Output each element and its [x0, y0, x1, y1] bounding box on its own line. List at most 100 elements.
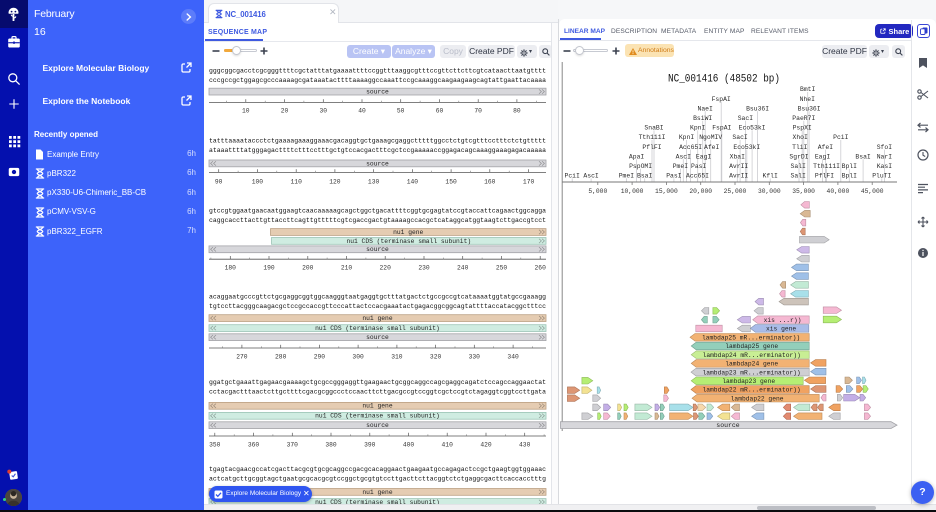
svg-text:330: 330	[469, 354, 481, 361]
svg-text:nu1 gene: nu1 gene	[362, 403, 392, 410]
svg-text:190: 190	[263, 265, 275, 272]
svg-text:PflFI: PflFI	[815, 173, 834, 180]
svg-text:290: 290	[314, 354, 326, 361]
svg-text:KpnI: KpnI	[690, 125, 706, 132]
svg-text:nu1 CDS (terminase small subun: nu1 CDS (terminase small subunit)	[315, 413, 440, 420]
svg-text:45,000: 45,000	[861, 188, 884, 195]
svg-text:10,000: 10,000	[621, 188, 644, 195]
svg-text:BmtI: BmtI	[800, 86, 816, 93]
svg-text:AscI: AscI	[676, 153, 692, 160]
svg-text:SfoI: SfoI	[877, 144, 893, 151]
svg-text:acaggaatgcccgttctgcgaggcggtggc: acaggaatgcccgttctgcgaggcggtggcaagggtaatg…	[209, 293, 546, 300]
svg-text:KflI: KflI	[763, 173, 779, 180]
svg-text:lambdap25 mR...erminator)): lambdap25 mR...erminator))	[702, 335, 800, 342]
svg-text:nu1 gene: nu1 gene	[362, 489, 392, 496]
svg-text:tgagtacgaacgccatcgacttacgcgtgc: tgagtacgaacgccatcgacttacgcgtgcgcaggccgac…	[209, 466, 546, 473]
svg-text:400: 400	[403, 442, 415, 449]
svg-text:lambdap25 gene: lambdap25 gene	[725, 343, 778, 350]
svg-text:XhoI: XhoI	[793, 134, 809, 141]
svg-text:nu1 gene: nu1 gene	[362, 315, 392, 322]
svg-text:PmeI: PmeI	[673, 163, 689, 170]
svg-text:KasI: KasI	[877, 163, 893, 170]
svg-text:240: 240	[457, 265, 469, 272]
svg-text:40: 40	[358, 108, 366, 115]
svg-text:30: 30	[320, 108, 328, 115]
svg-text:SalI: SalI	[791, 163, 807, 170]
svg-text:PciI: PciI	[565, 173, 581, 180]
svg-text:lambdap24 gene: lambdap24 gene	[725, 361, 778, 368]
svg-text:PmeI: PmeI	[619, 173, 635, 180]
svg-text:TliI: TliI	[792, 144, 808, 151]
svg-text:AvrII: AvrII	[729, 163, 748, 170]
svg-text:380: 380	[325, 442, 337, 449]
svg-text:NarI: NarI	[877, 153, 893, 160]
svg-text:350: 350	[209, 442, 221, 449]
svg-text:SacI: SacI	[738, 115, 754, 122]
svg-text:lambdap23 gene: lambdap23 gene	[722, 378, 775, 385]
svg-text:source: source	[366, 160, 389, 167]
svg-text:35,000: 35,000	[792, 188, 815, 195]
svg-text:NgoMIV: NgoMIV	[699, 134, 722, 141]
svg-text:source: source	[366, 334, 389, 341]
svg-text:Acc65I: Acc65I	[686, 173, 709, 180]
svg-text:90: 90	[215, 178, 223, 185]
svg-text:actcatgcttgcggtagctgaatgcgcacg: actcatgcttgcggtagctgaatgcgcacgcgtccggctg…	[209, 475, 546, 482]
svg-text:nu1 CDS (terminase small subun: nu1 CDS (terminase small subunit)	[346, 238, 471, 245]
svg-text:lambdap24 mR...erminator)): lambdap24 mR...erminator))	[703, 352, 801, 359]
svg-text:320: 320	[430, 354, 442, 361]
svg-text:10: 10	[242, 108, 250, 115]
svg-text:cccgccgctggagcgcccaaaagcgataaa: cccgccgctggagcgcccaaaagcgataaatacttttaaa…	[209, 77, 546, 84]
svg-text:50: 50	[397, 108, 405, 115]
svg-text:300: 300	[352, 354, 364, 361]
svg-text:SacI: SacI	[732, 134, 748, 141]
svg-text:PspXI: PspXI	[793, 125, 812, 132]
svg-text:BsaI: BsaI	[855, 153, 871, 160]
svg-text:nu1 gene: nu1 gene	[393, 229, 423, 236]
svg-text:ApaI: ApaI	[629, 153, 645, 160]
svg-text:KpnI: KpnI	[679, 134, 695, 141]
svg-text:180: 180	[225, 265, 237, 272]
svg-text:PasI: PasI	[691, 163, 707, 170]
svg-text:xis ...r)): xis ...r))	[764, 317, 802, 324]
svg-text:Tth111I: Tth111I	[639, 134, 666, 141]
svg-text:FspAI: FspAI	[712, 125, 731, 132]
svg-text:230: 230	[418, 265, 430, 272]
svg-text:lambdap22 mR...erminator)): lambdap22 mR...erminator))	[702, 387, 800, 394]
svg-text:110: 110	[291, 178, 303, 185]
svg-text:150: 150	[445, 178, 457, 185]
svg-text:BsaI: BsaI	[637, 173, 653, 180]
svg-text:AfeI: AfeI	[704, 144, 720, 151]
svg-text:170: 170	[523, 178, 535, 185]
svg-text:AvrII: AvrII	[729, 173, 748, 180]
svg-text:30,000: 30,000	[758, 188, 781, 195]
svg-text:40,000: 40,000	[827, 188, 850, 195]
svg-text:60: 60	[436, 108, 444, 115]
svg-text:lambdap22 gene: lambdap22 gene	[731, 395, 784, 402]
svg-text:100: 100	[252, 178, 264, 185]
svg-text:tgtccttacgggcaagacgctccgccaccg: tgtccttacgggcaagacgctccgccaccgttcccattac…	[209, 303, 546, 310]
svg-text:BplI: BplI	[842, 163, 858, 170]
svg-text:Eco53kI: Eco53kI	[739, 125, 766, 132]
svg-text:AfeI: AfeI	[818, 144, 834, 151]
svg-text:lambdap23 mR...erminator)): lambdap23 mR...erminator))	[702, 369, 800, 376]
svg-text:390: 390	[364, 442, 376, 449]
svg-text:gtccgtggaatgaacaatggaagtcaacaa: gtccgtggaatgaacaatggaagtcaacaaaaagcagctg…	[209, 208, 546, 215]
svg-text:210: 210	[341, 265, 353, 272]
svg-text:420: 420	[480, 442, 492, 449]
svg-text:Eco53kI: Eco53kI	[733, 144, 760, 151]
svg-text:ataaattttatgggagacttttctttcctt: ataaattttatgggagacttttctttcctttgctgtccac…	[209, 147, 546, 154]
svg-text:SalI: SalI	[791, 173, 807, 180]
svg-text:280: 280	[275, 354, 287, 361]
svg-text:BplI: BplI	[842, 173, 858, 180]
svg-text:tatttaaaataccctctgaaaagaaaggaa: tatttaaaataccctctgaaaagaaaggaaacgacaggtg…	[209, 137, 546, 144]
svg-text:xis gene: xis gene	[766, 326, 796, 333]
svg-text:Acc65I: Acc65I	[679, 144, 702, 151]
svg-text:25,000: 25,000	[724, 188, 747, 195]
svg-text:BsiWI: BsiWI	[693, 115, 712, 122]
svg-text:140: 140	[407, 178, 419, 185]
svg-text:250: 250	[496, 265, 508, 272]
svg-text:SgrDI: SgrDI	[789, 153, 808, 160]
svg-text:SnaBI: SnaBI	[644, 125, 663, 132]
svg-text:80: 80	[513, 108, 521, 115]
svg-text:Bsu36I: Bsu36I	[746, 105, 769, 112]
